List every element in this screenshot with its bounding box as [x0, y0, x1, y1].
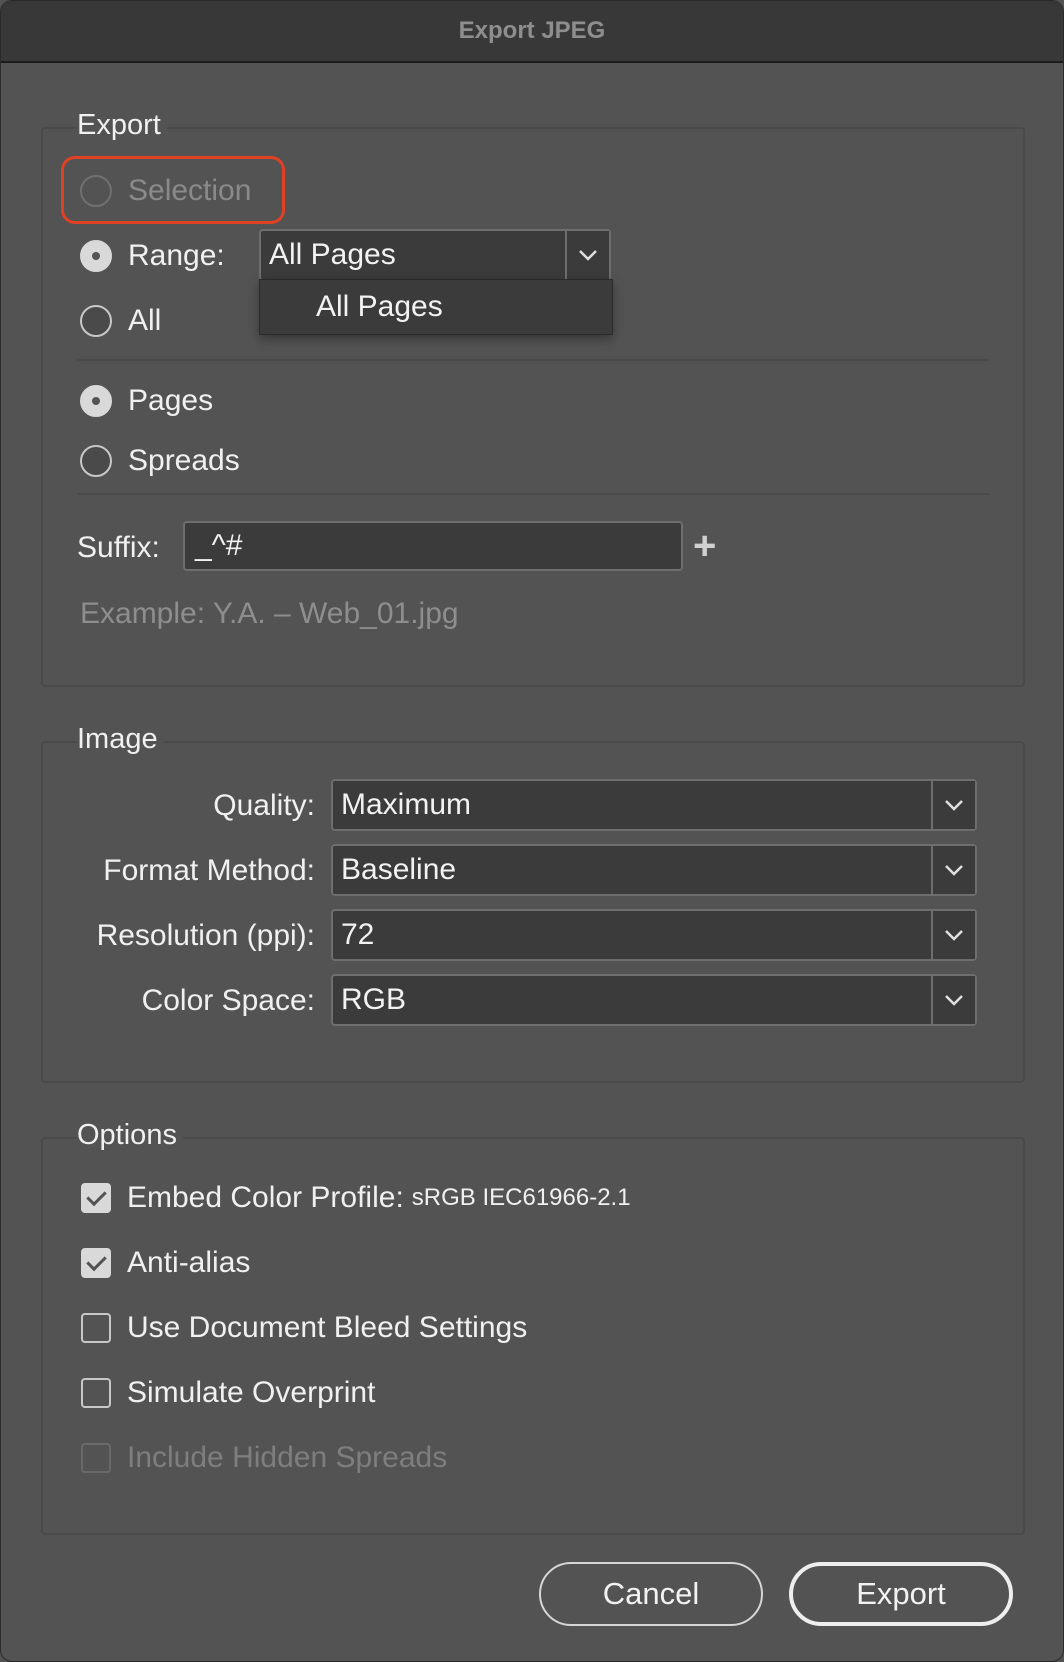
- anti-alias-label: Anti-alias: [127, 1246, 251, 1279]
- pages-radio-row[interactable]: Pages: [80, 384, 213, 418]
- document-bleed-checkbox[interactable]: [81, 1313, 111, 1343]
- dialog-title: Export JPEG: [1, 1, 1063, 63]
- quality-select[interactable]: Maximum: [331, 779, 977, 831]
- embed-color-profile-label: Embed Color Profile:: [127, 1181, 404, 1214]
- range-radio-row[interactable]: Range:: [80, 239, 225, 273]
- selection-radio[interactable]: [80, 175, 112, 207]
- range-dropdown-option-all-pages[interactable]: All Pages: [316, 290, 443, 324]
- selection-label: Selection: [128, 174, 252, 207]
- include-hidden-spreads-row: Include Hidden Spreads: [81, 1441, 447, 1475]
- range-dropdown-menu[interactable]: All Pages: [259, 279, 613, 335]
- suffix-input[interactable]: _^#: [183, 521, 683, 571]
- options-group-title: Options: [77, 1119, 183, 1152]
- chevron-down-icon[interactable]: [931, 911, 975, 959]
- color-space-select-value: RGB: [341, 983, 407, 1016]
- anti-alias-checkbox[interactable]: [81, 1248, 111, 1278]
- export-divider-2: [77, 493, 989, 495]
- embed-color-profile-row[interactable]: Embed Color Profile: sRGB IEC61966-2.1: [81, 1181, 631, 1215]
- range-radio[interactable]: [80, 240, 112, 272]
- export-button[interactable]: Export: [789, 1562, 1013, 1626]
- pages-radio[interactable]: [80, 385, 112, 417]
- document-bleed-label: Use Document Bleed Settings: [127, 1311, 528, 1344]
- range-label: Range:: [128, 239, 225, 272]
- embed-color-profile-checkbox[interactable]: [81, 1183, 111, 1213]
- chevron-down-icon[interactable]: [931, 976, 975, 1024]
- format-method-select-value: Baseline: [341, 853, 457, 886]
- all-radio-row[interactable]: All: [80, 304, 161, 338]
- resolution-select-value: 72: [341, 918, 375, 951]
- range-select[interactable]: All Pages: [259, 229, 611, 281]
- embed-color-profile-value: sRGB IEC61966-2.1: [411, 1184, 631, 1211]
- cancel-button[interactable]: Cancel: [539, 1562, 763, 1626]
- all-radio[interactable]: [80, 305, 112, 337]
- export-group-title: Export: [77, 109, 167, 142]
- resolution-select[interactable]: 72: [331, 909, 977, 961]
- chevron-down-icon[interactable]: [565, 231, 609, 279]
- format-method-select[interactable]: Baseline: [331, 844, 977, 896]
- resolution-label: Resolution (ppi):: [96, 919, 315, 952]
- spreads-radio-row[interactable]: Spreads: [80, 444, 240, 478]
- range-select-value: All Pages: [269, 238, 396, 271]
- format-method-label: Format Method:: [103, 854, 315, 887]
- spreads-radio[interactable]: [80, 445, 112, 477]
- example-text: Example: Y.A. – Web_01.jpg: [80, 597, 459, 630]
- chevron-down-icon[interactable]: [931, 781, 975, 829]
- quality-label: Quality:: [213, 789, 315, 822]
- simulate-overprint-row[interactable]: Simulate Overprint: [81, 1376, 375, 1410]
- anti-alias-row[interactable]: Anti-alias: [81, 1246, 250, 1280]
- image-group-title: Image: [77, 723, 164, 756]
- export-jpeg-dialog: Export JPEG Export Selection Range: All …: [0, 0, 1064, 1662]
- all-label: All: [128, 304, 162, 337]
- color-space-label: Color Space:: [141, 984, 315, 1017]
- add-icon[interactable]: +: [693, 526, 716, 566]
- quality-select-value: Maximum: [341, 788, 472, 821]
- include-hidden-spreads-checkbox: [81, 1443, 111, 1473]
- document-bleed-row[interactable]: Use Document Bleed Settings: [81, 1311, 527, 1345]
- suffix-label: Suffix:: [77, 531, 160, 564]
- export-divider-1: [77, 359, 989, 361]
- chevron-down-icon[interactable]: [931, 846, 975, 894]
- include-hidden-spreads-label: Include Hidden Spreads: [127, 1441, 448, 1474]
- pages-label: Pages: [128, 384, 214, 417]
- color-space-select[interactable]: RGB: [331, 974, 977, 1026]
- selection-radio-row[interactable]: Selection: [80, 174, 251, 208]
- simulate-overprint-checkbox[interactable]: [81, 1378, 111, 1408]
- spreads-label: Spreads: [128, 444, 240, 477]
- simulate-overprint-label: Simulate Overprint: [127, 1376, 376, 1409]
